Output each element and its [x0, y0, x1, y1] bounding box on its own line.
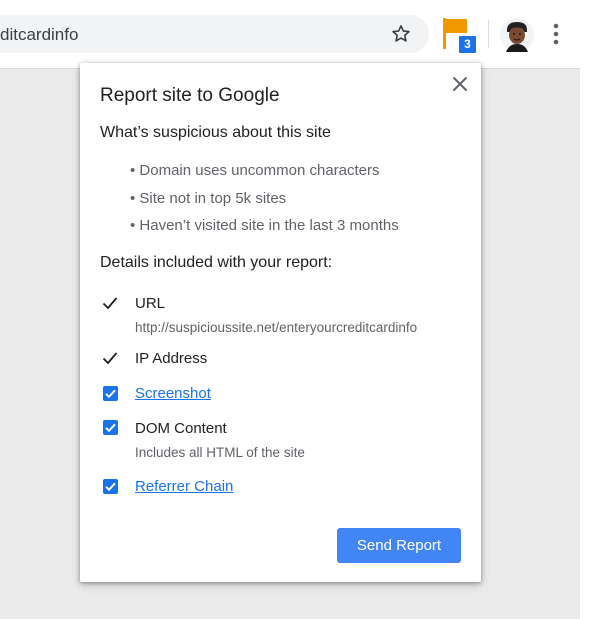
- checkbox-check-icon: [105, 482, 116, 492]
- checkbox-check-icon: [105, 423, 116, 433]
- detail-ip-label: IP Address: [135, 350, 208, 367]
- reason-item: • Haven’t visited site in the last 3 mon…: [130, 217, 399, 234]
- vertical-dots-icon[interactable]: [546, 20, 566, 48]
- address-bar-text[interactable]: ditcardinfo: [0, 25, 78, 45]
- star-outline-icon[interactable]: [390, 23, 412, 45]
- suspicious-heading: What’s suspicious about this site: [100, 124, 331, 141]
- avatar[interactable]: [500, 18, 534, 52]
- dom-content-description: Includes all HTML of the site: [135, 445, 305, 460]
- checkmark-icon: [102, 352, 118, 365]
- dialog-title: Report site to Google: [100, 85, 280, 106]
- checkmark-icon: [102, 297, 118, 310]
- report-site-dialog: Report site to Google What’s suspicious …: [80, 63, 481, 582]
- screenshot-link[interactable]: Screenshot: [135, 385, 211, 402]
- referrer-chain-checkbox[interactable]: [103, 479, 118, 494]
- referrer-chain-link[interactable]: Referrer Chain: [135, 478, 233, 495]
- reason-item: • Domain uses uncommon characters: [130, 162, 380, 179]
- window-edge: [580, 0, 600, 619]
- browser-toolbar: ditcardinfo 3: [0, 0, 580, 69]
- dom-content-label: DOM Content: [135, 420, 227, 437]
- detail-url-label: URL: [135, 295, 166, 312]
- reason-item: • Site not in top 5k sites: [130, 190, 287, 207]
- close-icon[interactable]: [450, 74, 470, 94]
- send-report-button[interactable]: Send Report: [337, 528, 461, 563]
- extension-badge-count: 3: [458, 35, 477, 54]
- address-bar[interactable]: ditcardinfo: [0, 15, 429, 53]
- toolbar-divider: [488, 20, 489, 48]
- screenshot-checkbox[interactable]: [103, 386, 118, 401]
- details-heading: Details included with your report:: [100, 254, 333, 271]
- dom-content-checkbox[interactable]: [103, 420, 118, 435]
- detail-url-value: http://suspicioussite.net/enteryourcredi…: [135, 320, 418, 335]
- checkbox-check-icon: [105, 389, 116, 399]
